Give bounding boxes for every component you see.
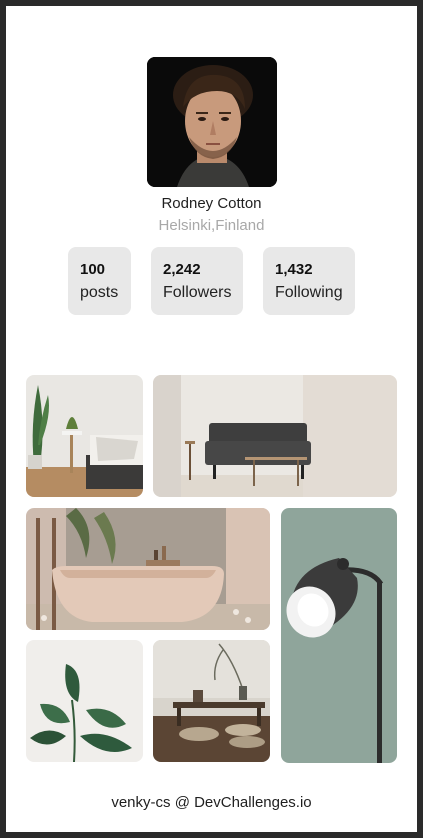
low-table-image [153,640,270,762]
avatar[interactable] [147,57,277,187]
plant-leaves-image [26,640,143,762]
desk-lamp-image [281,508,397,763]
profile-name: Rodney Cotton [161,195,262,212]
stat-posts-value: 100 [80,261,106,278]
stat-followers-label: Followers [163,284,232,301]
avatar-portrait-image [147,57,277,187]
footer-credit: venky-cs @ DevChallenges.io [111,794,312,811]
gallery-tile-table[interactable] [153,640,270,762]
profile-card: Rodney Cotton Helsinki,Finland 100 posts… [6,6,417,832]
living-room-plant-image [26,375,143,497]
bathtub-image [26,508,270,630]
gallery-tile-lamp[interactable] [281,508,397,763]
profile-location: Helsinki,Finland [158,217,265,234]
stat-following-label: Following [275,284,343,301]
gallery-tile-bathtub[interactable] [26,508,270,630]
stat-following-value: 1,432 [275,261,313,278]
stat-followers[interactable]: 2,242 Followers [151,247,243,315]
gallery-tile-living-room[interactable] [26,375,143,497]
gray-sofa-image [153,375,397,497]
gallery-tile-plant[interactable] [26,640,143,762]
gallery-tile-sofa[interactable] [153,375,397,497]
stat-posts[interactable]: 100 posts [68,247,131,315]
stat-posts-label: posts [80,284,119,301]
stat-following[interactable]: 1,432 Following [263,247,355,315]
stat-followers-value: 2,242 [163,261,201,278]
